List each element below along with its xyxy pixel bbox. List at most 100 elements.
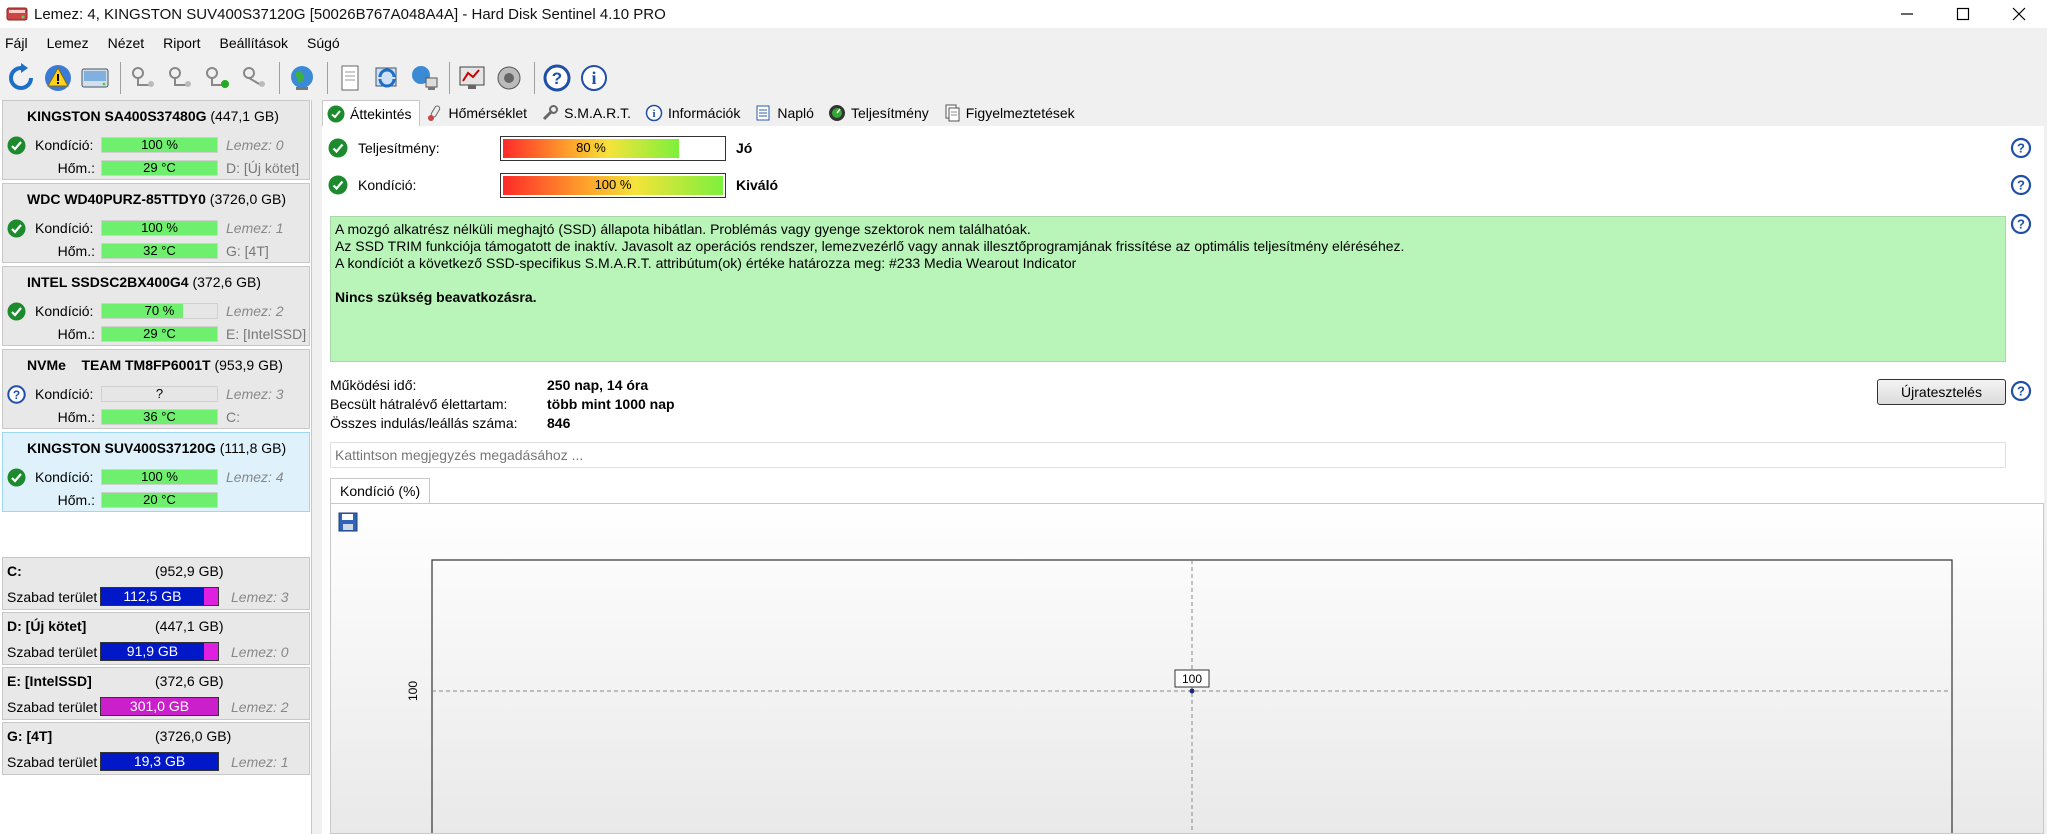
disk-condition-row: ? Kondíció: ? Lemez: 3 (3, 384, 309, 404)
volume-item-1[interactable]: D: [Új kötet] (447,1 GB) Szabad terület … (2, 612, 310, 665)
tab-performance[interactable]: Teljesítmény (823, 100, 938, 126)
maximize-button[interactable] (1935, 0, 1991, 28)
temperature-meter: 32 °C (101, 243, 218, 259)
disk-item-1[interactable]: WDC WD40PURZ-85TTDY0 (3726,0 GB) Kondíci… (2, 183, 310, 263)
tab-smart[interactable]: S.M.A.R.T. (536, 100, 640, 126)
volume-size: (3726,0 GB) (155, 728, 232, 744)
check-icon (7, 219, 26, 238)
volume-item-3[interactable]: G: [4T] (3726,0 GB) Szabad terület 19,3 … (2, 722, 310, 775)
help-icon[interactable]: ? (2010, 174, 2032, 196)
toolbar-separator (534, 62, 535, 94)
condition-meter: 70 % (101, 303, 218, 319)
sound-button[interactable] (492, 61, 526, 95)
minimize-button[interactable] (1879, 0, 1935, 28)
disk-item-4[interactable]: KINGSTON SUV400S37120G (111,8 GB) Kondíc… (2, 432, 310, 512)
status-description: A mozgó alkatrész nélküli meghajtó (SSD)… (330, 216, 2006, 362)
menu-help[interactable]: Súgó (307, 35, 340, 51)
condition-value: ? (155, 386, 164, 401)
disk-name: WDC WD40PURZ-85TTDY0 (27, 191, 206, 207)
test-button-1[interactable] (126, 61, 160, 95)
condition-label: Kondíció: (35, 303, 94, 319)
menu-report[interactable]: Riport (163, 35, 200, 51)
warning-icon (45, 65, 71, 91)
free-space-bar: 19,3 GB (100, 752, 219, 771)
help-icon[interactable]: ? (2010, 213, 2032, 235)
disk-number: Lemez: 1 (226, 220, 284, 236)
menu-settings[interactable]: Beállítások (220, 35, 288, 51)
disk-item-2[interactable]: INTEL SSDSC2BX400G4 (372,6 GB) Kondíció:… (2, 266, 310, 346)
condition-meter: 100 % (101, 137, 218, 153)
help-icon: ? (543, 64, 571, 92)
svg-text:?: ? (13, 388, 20, 402)
condition-label: Kondíció: (35, 469, 94, 485)
tab-overview[interactable]: Áttekintés (322, 100, 421, 126)
tab-temperature[interactable]: Hőmérséklet (420, 100, 536, 126)
temperature-value: 29 °C (143, 326, 176, 341)
volume-size: (372,6 GB) (155, 673, 224, 689)
test-button-2[interactable] (163, 61, 197, 95)
condition-value: 100 % (141, 469, 178, 484)
toolbar-separator (120, 62, 121, 94)
network-button[interactable] (407, 61, 441, 95)
condition-value: 100 % (141, 220, 178, 235)
help-icon[interactable]: ? (2010, 380, 2032, 402)
menu-view[interactable]: Nézet (108, 35, 145, 51)
status-recommendation: Nincs szükség beavatkozásra. (335, 289, 537, 305)
free-space-fill: 301,0 GB (101, 698, 218, 715)
test-button-4[interactable] (237, 61, 271, 95)
volume-item-0[interactable]: C: (952,9 GB) Szabad terület 112,5 GB Le… (2, 557, 310, 610)
disk-item-3[interactable]: NVMe TEAM TM8FP6001T (953,9 GB) ? Kondíc… (2, 349, 310, 429)
disk-info-button[interactable] (78, 61, 112, 95)
stats-button[interactable] (455, 61, 489, 95)
maximize-icon (1956, 7, 1970, 21)
help-button[interactable]: ? (540, 61, 574, 95)
wrench-icon (543, 105, 559, 121)
volume-item-2[interactable]: E: [IntelSSD] (372,6 GB) Szabad terület … (2, 667, 310, 720)
sync-button[interactable] (370, 61, 404, 95)
status-line: Az SSD TRIM funkciója támogatott de inak… (335, 238, 1405, 254)
menu-file[interactable]: Fájl (5, 35, 28, 51)
free-space-bar: 91,9 GB (100, 642, 219, 661)
report-button[interactable] (333, 61, 367, 95)
refresh-icon (9, 63, 33, 90)
power-on-label: Működési idő: (330, 377, 417, 393)
retest-button[interactable]: Újratesztelés (1877, 379, 2006, 405)
disk-temp-row: Hőm.: 29 °C D: [Új kötet] (3, 158, 309, 178)
tab-log[interactable]: Napló (749, 100, 823, 126)
about-button[interactable]: i (577, 61, 611, 95)
speaker-icon (497, 66, 521, 90)
stethoscope-icon (132, 67, 154, 87)
performance-row: Teljesítmény: 80 % Jó ? (322, 134, 2044, 162)
close-button[interactable] (1991, 0, 2047, 28)
alert-button[interactable] (41, 61, 75, 95)
disk-volume: C: (226, 409, 240, 425)
log-icon (756, 105, 770, 121)
performance-fill: 80 % (503, 139, 679, 158)
volume-disk: Lemez: 2 (231, 699, 289, 715)
disk-title: KINGSTON SA400S37480G (447,1 GB) (27, 108, 279, 124)
temperature-label: Hőm.: (57, 243, 95, 259)
refresh-button[interactable] (4, 61, 38, 95)
free-space-bar: 112,5 GB (100, 587, 219, 606)
chart-monitor-icon (459, 66, 485, 89)
tab-information[interactable]: i Információk (640, 100, 749, 126)
free-space-fill: 112,5 GB (101, 588, 204, 605)
svg-text:?: ? (2017, 217, 2025, 232)
help-icon[interactable]: ? (2010, 137, 2032, 159)
stethoscope-icon (169, 67, 191, 87)
temperature-meter: 20 °C (101, 492, 218, 508)
disk-title: WDC WD40PURZ-85TTDY0 (3726,0 GB) (27, 191, 286, 207)
title-bar: Lemez: 4, KINGSTON SUV400S37120G [50026B… (0, 0, 2047, 28)
disk-size: (372,6 GB) (192, 274, 261, 290)
disk-temp-row: Hőm.: 36 °C C: (3, 407, 309, 427)
menu-disk[interactable]: Lemez (47, 35, 89, 51)
test-button-3[interactable] (200, 61, 234, 95)
web-button[interactable] (285, 61, 319, 95)
volume-disk: Lemez: 0 (231, 644, 289, 660)
disk-item-0[interactable]: KINGSTON SA400S37480G (447,1 GB) Kondíci… (2, 100, 310, 180)
note-input[interactable]: Kattintson megjegyzés megadásához ... (330, 442, 2006, 468)
temperature-label: Hőm.: (57, 326, 95, 342)
info-icon: i (581, 65, 607, 91)
chart-tab-condition[interactable]: Kondíció (%) (330, 478, 431, 504)
tab-alerts[interactable]: Figyelmeztetések (938, 100, 1084, 126)
